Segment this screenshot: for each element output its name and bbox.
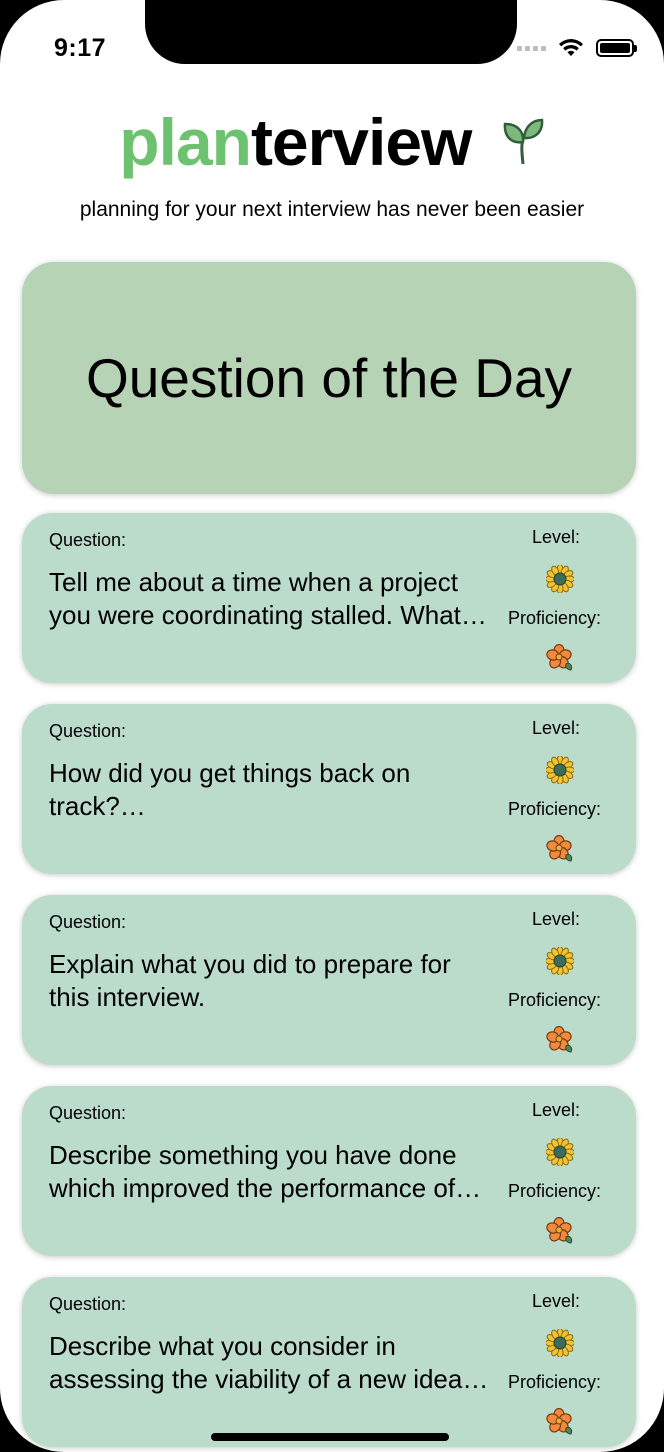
orange-flower-icon (546, 834, 574, 863)
battery-icon (596, 39, 637, 57)
question-label: Question: (49, 912, 127, 932)
level-label: Level: (532, 1100, 581, 1120)
level-label: Level: (532, 527, 581, 547)
question-card[interactable]: Question: Describe what you consider in a… (22, 1277, 636, 1447)
question-label: Question: (49, 1294, 127, 1314)
brand-plan: plan (119, 105, 252, 179)
sunflower-icon (545, 1328, 575, 1358)
sunflower-icon (545, 946, 575, 976)
wifi-icon (559, 39, 583, 56)
sunflower-icon (545, 1137, 575, 1167)
orange-flower-icon (546, 1216, 574, 1245)
question-card[interactable]: Question: How did you get things back on … (22, 704, 636, 874)
orange-flower-icon (546, 1025, 574, 1054)
question-text: Describe what you consider in assessing … (49, 1331, 489, 1394)
orange-flower-icon (546, 1407, 574, 1436)
question-card[interactable]: Question: Describe something you have don… (22, 1086, 636, 1256)
question-label: Question: (49, 530, 127, 550)
question-card[interactable]: Question: Explain what you did to prepare… (22, 895, 636, 1065)
status-icons (517, 38, 637, 58)
level-label: Level: (532, 718, 581, 738)
proficiency-label: Proficiency: (508, 799, 602, 819)
proficiency-label: Proficiency: (508, 990, 602, 1010)
question-of-the-day-card[interactable]: Question of the Day (22, 262, 636, 494)
proficiency-label: Proficiency: (508, 1372, 602, 1392)
question-card[interactable]: Question: Tell me about a time when a pro… (22, 513, 636, 683)
home-indicator[interactable] (211, 1433, 449, 1441)
level-label: Level: (532, 909, 581, 929)
tagline: planning for your next interview has nev… (79, 198, 585, 221)
question-label: Question: (49, 721, 127, 741)
proficiency-label: Proficiency: (508, 608, 602, 628)
sunflower-icon (545, 564, 575, 594)
cellular-signal-icon (517, 45, 546, 51)
app-logo: planterview (0, 104, 664, 180)
proficiency-label: Proficiency: (508, 1181, 602, 1201)
level-label: Level: (532, 1291, 581, 1311)
question-text: Tell me about a time when a project you … (49, 567, 487, 630)
orange-flower-icon (546, 643, 574, 672)
question-of-the-day-title: Question of the Day (85, 347, 573, 409)
sunflower-icon (545, 755, 575, 785)
sprout-icon (503, 118, 544, 164)
brand-terview: terview (250, 105, 472, 179)
status-time: 9:17 (54, 34, 107, 62)
device-notch (145, 0, 517, 64)
app-screen: 9:17 planterview planning for your next … (0, 0, 664, 1452)
question-text: How did you get things back on track?… (49, 758, 411, 821)
question-text: Explain what you did to prepare for this… (49, 949, 451, 1012)
question-label: Question: (49, 1103, 127, 1123)
question-text: Describe something you have done which i… (49, 1140, 482, 1203)
